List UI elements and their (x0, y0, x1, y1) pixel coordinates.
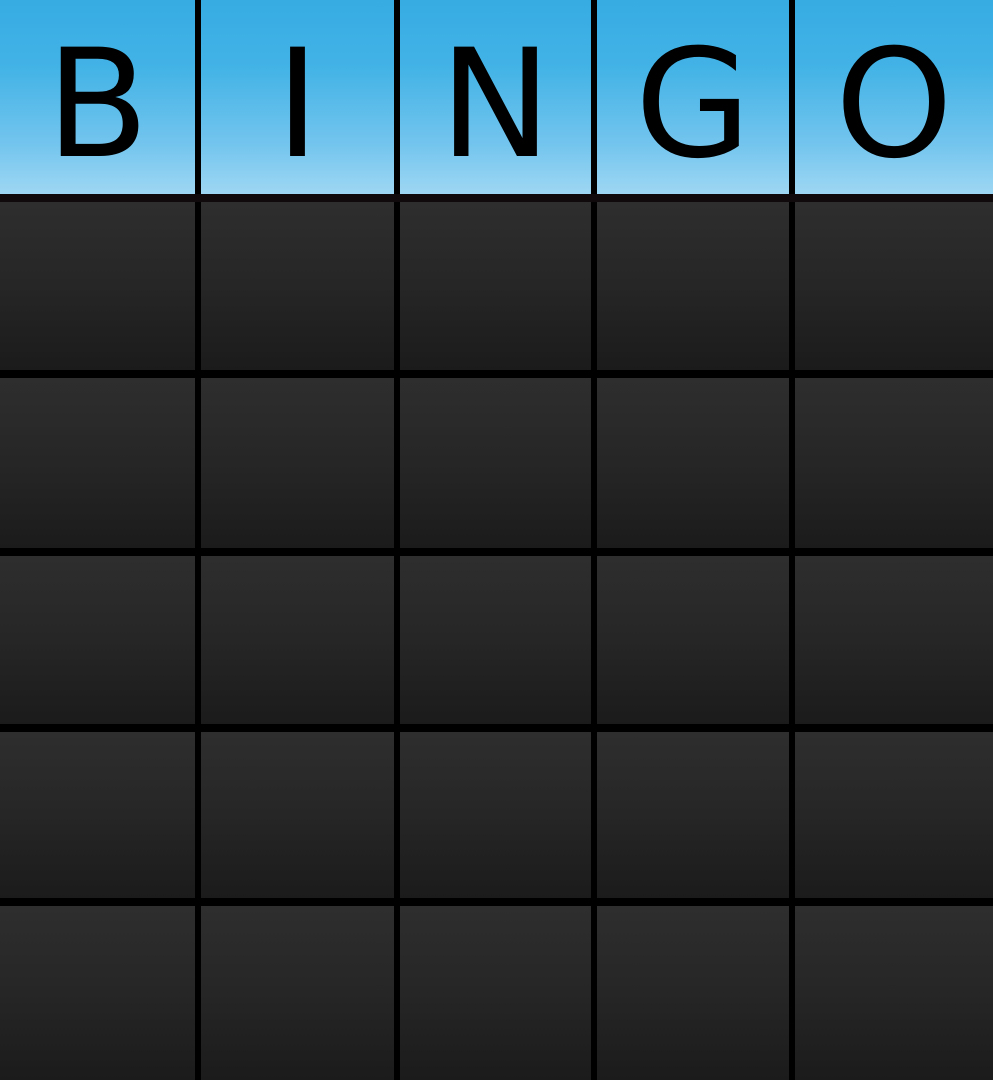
bingo-cell-g-row-5[interactable] (597, 906, 789, 1080)
header-cell-n: N (400, 0, 591, 194)
header-letter-n: N (439, 18, 552, 192)
bingo-cell-o-row-1[interactable] (795, 202, 993, 370)
bingo-cell-g-row-2[interactable] (597, 378, 789, 548)
bingo-cell-i-row-3[interactable] (201, 556, 394, 724)
bingo-header-row: B I N G O (0, 0, 993, 194)
bingo-cell-b-row-1[interactable] (0, 202, 195, 370)
header-cell-b: B (0, 0, 195, 194)
bingo-cell-n-row-3[interactable] (400, 556, 591, 724)
bingo-cell-i-row-1[interactable] (201, 202, 394, 370)
bingo-cell-g-row-4[interactable] (597, 732, 789, 898)
bingo-cell-n-row-4[interactable] (400, 732, 591, 898)
bingo-cell-b-row-4[interactable] (0, 732, 195, 898)
bingo-cell-o-row-4[interactable] (795, 732, 993, 898)
header-divider (0, 194, 993, 202)
header-cell-o: O (795, 0, 993, 194)
header-cell-g: G (597, 0, 789, 194)
bingo-cell-i-row-2[interactable] (201, 378, 394, 548)
header-letter-g: G (634, 18, 752, 192)
bingo-cell-n-row-1[interactable] (400, 202, 591, 370)
bingo-cell-o-row-5[interactable] (795, 906, 993, 1080)
header-cell-i: I (201, 0, 394, 194)
bingo-cell-o-row-2[interactable] (795, 378, 993, 548)
bingo-cell-i-row-5[interactable] (201, 906, 394, 1080)
bingo-cell-g-row-1[interactable] (597, 202, 789, 370)
bingo-cell-b-row-2[interactable] (0, 378, 195, 548)
bingo-cell-n-row-5[interactable] (400, 906, 591, 1080)
bingo-cell-b-row-5[interactable] (0, 906, 195, 1080)
header-letter-b: B (46, 18, 149, 192)
header-letter-i: I (275, 18, 320, 192)
bingo-cell-g-row-3[interactable] (597, 556, 789, 724)
bingo-board: B I N G O (0, 0, 993, 1080)
bingo-cell-i-row-4[interactable] (201, 732, 394, 898)
bingo-cell-n-row-2[interactable] (400, 378, 591, 548)
bingo-cell-o-row-3[interactable] (795, 556, 993, 724)
header-letter-o: O (834, 18, 954, 192)
bingo-cell-b-row-3[interactable] (0, 556, 195, 724)
